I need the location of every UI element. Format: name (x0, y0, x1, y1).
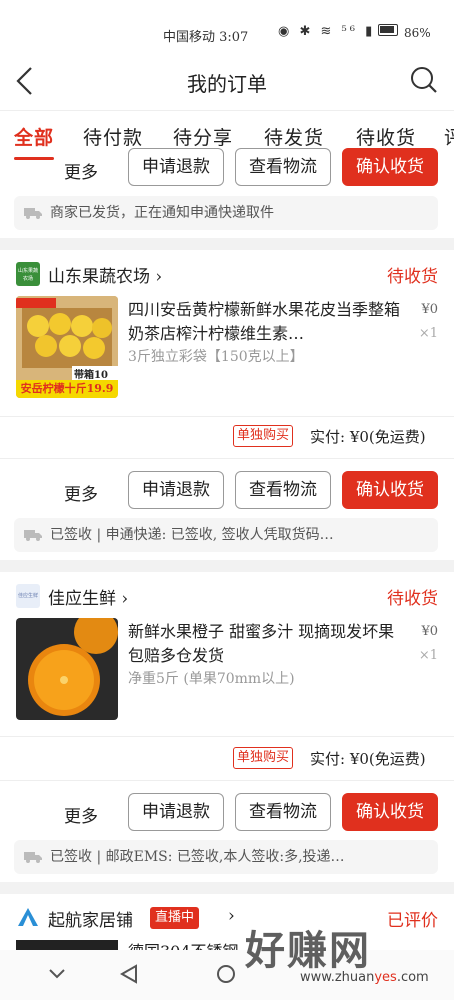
watermark-url-prefix: www.zhuan (300, 970, 375, 985)
product-price: ¥0 (421, 302, 438, 317)
truck-icon (24, 208, 42, 219)
search-icon[interactable] (410, 66, 438, 94)
shipping-notice[interactable]: 商家已发货，正在通知申通快递取件 (14, 196, 438, 230)
active-tab-indicator (14, 157, 54, 160)
watermark-url-suffix: .com (396, 970, 429, 985)
more-button[interactable]: 更多 (64, 158, 98, 183)
shop-name[interactable]: 佳应生鲜 › (48, 584, 128, 609)
shop-name-text: 佳应生鲜 (48, 589, 116, 609)
divider (0, 736, 454, 737)
product-spec: 3斤独立彩袋【150克以上】 (128, 349, 304, 365)
product-qty: ×1 (418, 326, 438, 341)
single-purchase-tag: 单独购买 (233, 425, 294, 447)
tab-pending-share[interactable]: 待分享 (173, 123, 233, 150)
confirm-receipt-button[interactable]: 确认收货 (342, 471, 438, 509)
shipping-notice[interactable]: 已签收 | 申通快递: 已签收, 签收人凭取货码… (14, 518, 438, 552)
notice-text: 商家已发货，正在通知申通快递取件 (50, 205, 274, 221)
divider (0, 416, 454, 417)
shop-name[interactable]: 山东果蔬农场 › (48, 262, 162, 287)
product-qty: ×1 (418, 648, 438, 663)
chevron-down-icon[interactable] (48, 968, 66, 980)
divider (0, 780, 454, 781)
amount-paid: 实付: ¥0(免运费) (310, 428, 426, 446)
order-card: 佳应生鲜 佳应生鲜 › 待收货 新鲜水果橙子 甜蜜多汁 现摘现发坏果包赔多仓发货… (0, 572, 454, 882)
status-icons: ◉ ✱ ≋ ⁵⁶ ▮ (278, 24, 376, 39)
product-image[interactable]: 带箱10斤装 安岳柠檬十斤19.9 (16, 296, 118, 398)
product-image[interactable] (16, 940, 118, 950)
home-circle-icon[interactable] (216, 964, 236, 984)
shop-logo: 山东果蔬农场 (16, 262, 40, 286)
orange-image (16, 618, 118, 720)
order-card-partial-top: 更多 申请退款 查看物流 确认收货 商家已发货，正在通知申通快递取件 (0, 148, 454, 238)
shop-logo: 佳应生鲜 (16, 584, 40, 608)
thumb-bottom-label: 安岳柠檬十斤19.9 (16, 380, 118, 398)
status-bar: 中国移动 3:07 ◉ ✱ ≋ ⁵⁶ ▮ 86% (0, 0, 454, 50)
more-button[interactable]: 更多 (64, 480, 98, 505)
tab-review[interactable]: 评 (444, 123, 454, 150)
live-badge[interactable]: 直播中 (150, 907, 200, 929)
confirm-receipt-button[interactable]: 确认收货 (342, 148, 438, 186)
chevron-right-icon: › (150, 267, 163, 287)
shop-name-text: 山东果蔬农场 (48, 267, 150, 287)
product-image[interactable] (16, 618, 118, 720)
divider (0, 458, 454, 459)
watermark-logo: 好赚网 (245, 928, 371, 974)
battery-icon (378, 24, 398, 36)
notice-text: 已签收 | 申通快递: 已签收, 签收人凭取货码… (50, 527, 334, 543)
tab-pending-receipt[interactable]: 待收货 (356, 123, 416, 150)
order-status: 已评价 (387, 911, 438, 931)
shop-name[interactable]: 起航家居铺 (48, 906, 133, 931)
more-button[interactable]: 更多 (64, 802, 98, 827)
truck-icon (24, 530, 42, 541)
logistics-button[interactable]: 查看物流 (235, 471, 331, 509)
order-status: 待收货 (387, 267, 438, 287)
product-name[interactable]: 新鲜水果橙子 甜蜜多汁 现摘现发坏果包赔多仓发货 (128, 620, 400, 668)
refund-button[interactable]: 申请退款 (128, 148, 224, 186)
amount-paid: 实付: ¥0(免运费) (310, 750, 426, 768)
page-title: 我的订单 (187, 72, 267, 96)
product-spec: 净重5斤 (单果70mm以上) (128, 671, 295, 687)
logistics-button[interactable]: 查看物流 (235, 793, 331, 831)
tab-pending-shipment[interactable]: 待发货 (264, 123, 324, 150)
back-triangle-icon[interactable] (120, 964, 138, 984)
truck-icon (24, 852, 42, 863)
product-name[interactable]: 四川安岳黄柠檬新鲜水果花皮当季整箱奶茶店榨汁柠檬维生素… (128, 298, 400, 346)
carrier-time: 中国移动 3:07 (163, 30, 249, 45)
chevron-right-icon: › (116, 589, 129, 609)
order-card-partial-bottom: 起航家居铺 直播中 › 已评价 德国304不锈钢… (0, 894, 454, 950)
refund-button[interactable]: 申请退款 (128, 471, 224, 509)
shipping-notice[interactable]: 已签收 | 邮政EMS: 已签收,本人签收:多,投递… (14, 840, 438, 874)
watermark-url-accent: yes (374, 970, 397, 985)
battery-percent: 86% (404, 26, 431, 40)
refund-button[interactable]: 申请退款 (128, 793, 224, 831)
header: 我的订单 (0, 50, 454, 110)
single-purchase-tag: 单独购买 (233, 747, 294, 769)
shop-logo-icon (18, 908, 38, 926)
watermark-url: www.zhuanyes.com (300, 970, 429, 985)
confirm-receipt-button[interactable]: 确认收货 (342, 793, 438, 831)
logistics-button[interactable]: 查看物流 (235, 148, 331, 186)
notice-text: 已签收 | 邮政EMS: 已签收,本人签收:多,投递… (50, 849, 345, 865)
tab-pending-payment[interactable]: 待付款 (83, 123, 143, 150)
order-card: 山东果蔬农场 山东果蔬农场 › 待收货 带箱10斤装 安岳柠檬十斤19.9 四川… (0, 250, 454, 560)
order-status: 待收货 (387, 589, 438, 609)
chevron-right-icon: › (228, 906, 235, 926)
product-price: ¥0 (421, 624, 438, 639)
tab-all[interactable]: 全部 (14, 123, 54, 150)
